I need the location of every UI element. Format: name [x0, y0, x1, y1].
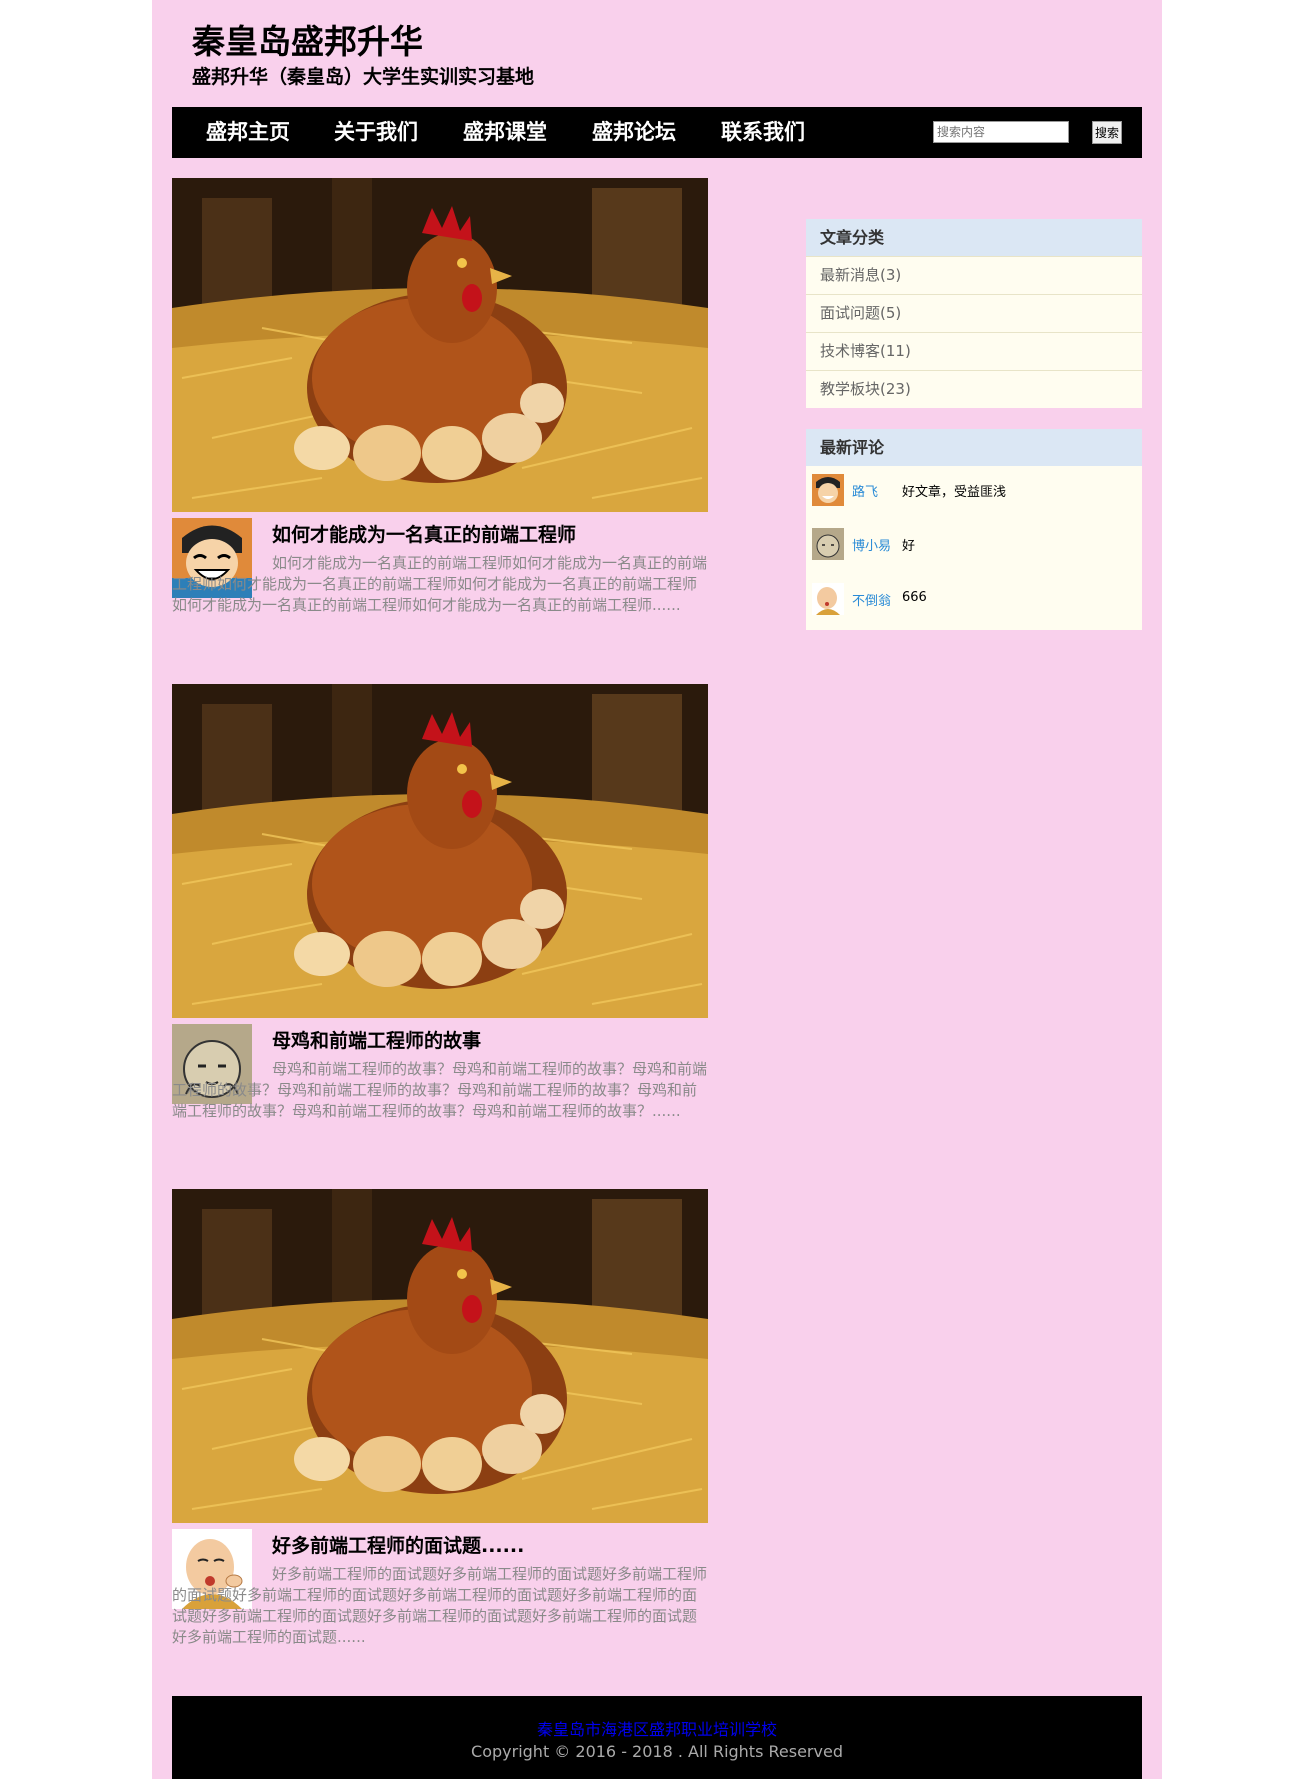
nav-item-classroom[interactable]: 盛邦课堂: [463, 107, 547, 158]
site-header: 秦皇岛盛邦升华 盛邦升华（秦皇岛）大学生实训实习基地: [192, 22, 534, 90]
nav-item-home[interactable]: 盛邦主页: [206, 107, 290, 158]
page-container: 秦皇岛盛邦升华 盛邦升华（秦皇岛）大学生实训实习基地 盛邦主页 关于我们 盛邦课…: [152, 0, 1162, 1779]
nav-item-forum[interactable]: 盛邦论坛: [592, 107, 676, 158]
categories-title: 文章分类: [806, 219, 1142, 256]
post-image[interactable]: [172, 684, 708, 1018]
nav-item-contact[interactable]: 联系我们: [721, 107, 805, 158]
post-card: 母鸡和前端工程师的故事 母鸡和前端工程师的故事？母鸡和前端工程师的故事？母鸡和前…: [172, 684, 708, 1120]
category-item[interactable]: 面试问题(5): [806, 294, 1142, 332]
comment-user-link[interactable]: 路飞: [852, 481, 878, 500]
post-card: 好多前端工程师的面试题...... 好多前端工程师的面试题好多前端工程师的面试题…: [172, 1189, 708, 1646]
user-avatar[interactable]: [812, 528, 844, 560]
post-excerpt: 如何才能成为一名真正的前端工程师如何才能成为一名真正的前端工程师如何才能成为一名…: [172, 554, 708, 614]
footer-school-link[interactable]: 秦皇岛市海港区盛邦职业培训学校: [172, 1719, 1142, 1741]
comment-item: 博小易 好: [812, 528, 1132, 560]
post-excerpt: 好多前端工程师的面试题好多前端工程师的面试题好多前端工程师的面试题好多前端工程师…: [172, 1565, 708, 1646]
user-avatar[interactable]: [812, 583, 844, 615]
category-item[interactable]: 技术博客(11): [806, 332, 1142, 370]
post-image[interactable]: [172, 1189, 708, 1523]
site-title: 秦皇岛盛邦升华: [192, 22, 423, 61]
site-subtitle: 盛邦升华（秦皇岛）大学生实训实习基地: [192, 66, 535, 88]
comment-item: 路飞 好文章，受益匪浅: [812, 474, 1132, 506]
nav-item-about[interactable]: 关于我们: [334, 107, 418, 158]
post-image[interactable]: [172, 178, 708, 512]
site-footer: 秦皇岛市海港区盛邦职业培训学校 Copyright © 2016 - 2018 …: [172, 1696, 1142, 1779]
comments-title: 最新评论: [806, 429, 1142, 466]
comment-text: 好文章，受益匪浅: [902, 485, 1007, 500]
category-item[interactable]: 最新消息(3): [806, 256, 1142, 294]
post-excerpt: 母鸡和前端工程师的故事？母鸡和前端工程师的故事？母鸡和前端工程师的故事？母鸡和前…: [172, 1060, 708, 1120]
post-card: 如何才能成为一名真正的前端工程师 如何才能成为一名真正的前端工程师如何才能成为一…: [172, 178, 708, 614]
post-title[interactable]: 如何才能成为一名真正的前端工程师: [272, 520, 576, 547]
categories-panel: 文章分类 最新消息(3) 面试问题(5) 技术博客(11) 教学板块(23): [806, 219, 1142, 408]
comment-user-link[interactable]: 不倒翁: [852, 590, 891, 609]
search-input[interactable]: [933, 121, 1069, 143]
comment-list: 路飞 好文章，受益匪浅 博小易 好 不倒翁 666: [806, 466, 1142, 630]
comment-text: 666: [902, 590, 927, 605]
user-avatar[interactable]: [812, 474, 844, 506]
comment-text: 好: [902, 539, 916, 554]
post-title[interactable]: 母鸡和前端工程师的故事: [272, 1026, 481, 1053]
footer-copyright: Copyright © 2016 - 2018 . All Rights Res…: [471, 1742, 843, 1761]
main-nav: 盛邦主页 关于我们 盛邦课堂 盛邦论坛 联系我们 搜索: [172, 107, 1142, 158]
comment-user-link[interactable]: 博小易: [852, 535, 891, 554]
category-item[interactable]: 教学板块(23): [806, 370, 1142, 408]
comment-item: 不倒翁 666: [812, 583, 1132, 615]
comments-panel: 最新评论 路飞 好文章，受益匪浅 博小易 好 不倒翁 666: [806, 429, 1142, 630]
search-button[interactable]: 搜索: [1092, 121, 1122, 144]
post-title[interactable]: 好多前端工程师的面试题......: [272, 1531, 524, 1558]
